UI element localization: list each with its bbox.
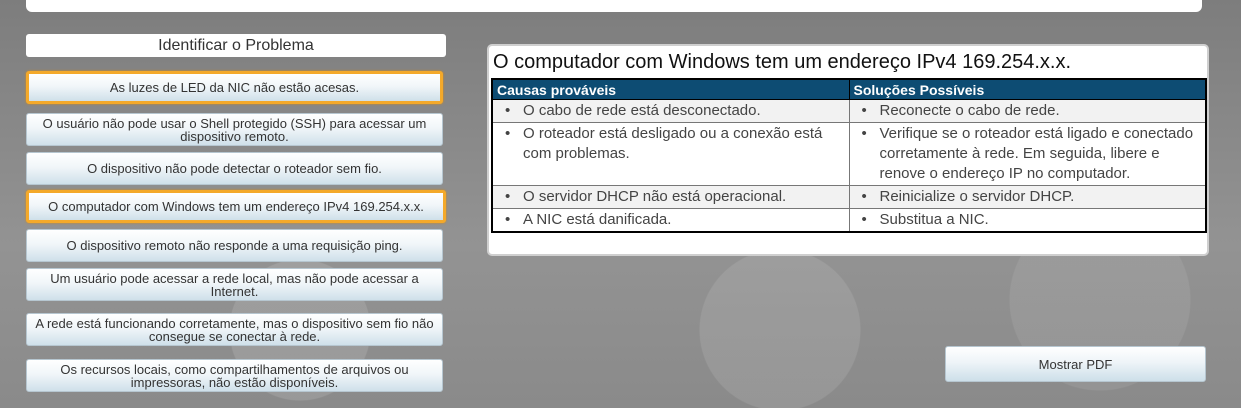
problem-label: O usuário não pode usar o Shell protegid… — [42, 115, 427, 144]
cause-text: O servidor DHCP não está operacional. — [523, 188, 787, 205]
solution-text: Substitua a NIC. — [879, 211, 989, 228]
side-title: Identificar o Problema — [26, 34, 446, 57]
problem-button-1[interactable]: As luzes de LED da NIC não estão acesas. — [26, 71, 443, 104]
problem-button-2[interactable]: O usuário não pode usar o Shell protegid… — [26, 113, 443, 146]
cause-text: O cabo de rede está desconectado. — [523, 102, 761, 119]
bullet-icon: • — [861, 188, 867, 205]
problem-label: As luzes de LED da NIC não estão acesas. — [109, 80, 360, 95]
show-pdf-button[interactable]: Mostrar PDF — [945, 346, 1206, 382]
cause-text: A NIC está danificada. — [523, 211, 672, 228]
detail-card: O computador com Windows tem um endereço… — [487, 44, 1209, 256]
table-row: • A NIC está danificada. • Substitua a NIC… — [491, 208, 1207, 233]
solution-text: Reinicialize o servidor DHCP. — [879, 188, 1075, 205]
table-row: • O roteador está desligado ou a conexão … — [491, 122, 1207, 186]
problem-button-6[interactable]: Um usuário pode acessar a rede local, ma… — [26, 268, 443, 301]
bullet-icon: • — [505, 211, 511, 228]
problem-button-8[interactable]: Os recursos locais, como compartilhament… — [26, 359, 443, 392]
problem-label: Um usuário pode acessar a rede local, ma… — [50, 270, 419, 299]
bullet-icon: • — [861, 102, 867, 119]
cause-text: O roteador está desligado ou a conexão e… — [523, 125, 823, 162]
solution-cell: • Substitua a NIC. — [848, 208, 1207, 233]
solution-cell: • Verifique se o roteador está ligado e c… — [848, 122, 1207, 186]
cause-cell: • O cabo de rede está desconectado. — [491, 99, 850, 123]
table-row: • O cabo de rede está desconectado. • Reco… — [491, 99, 1207, 123]
problem-button-5[interactable]: O dispositivo remoto não responde a uma … — [26, 229, 443, 262]
bullet-icon: • — [861, 211, 867, 228]
causes-solutions-table: Causas prováveis Soluções Possíveis • O c… — [491, 78, 1207, 233]
solution-cell: • Reinicialize o servidor DHCP. — [848, 185, 1207, 209]
cause-cell: • O roteador está desligado ou a conexão … — [491, 122, 850, 186]
bullet-icon: • — [861, 125, 867, 142]
problem-button-4[interactable]: O computador com Windows tem um endereço… — [26, 190, 446, 223]
cause-cell: • A NIC está danificada. — [491, 208, 850, 233]
detail-title: O computador com Windows tem um endereço… — [493, 51, 1072, 73]
solution-text: Reconecte o cabo de rede. — [879, 102, 1060, 119]
causes-header: Causas prováveis — [491, 78, 850, 100]
problem-label: O computador com Windows tem um endereço… — [48, 199, 424, 214]
problem-label: O dispositivo remoto não responde a uma … — [66, 238, 403, 253]
top-panel — [26, 0, 1202, 12]
solution-text: Verifique se o roteador está ligado e co… — [879, 125, 1194, 182]
table-row: • O servidor DHCP não está operacional. •… — [491, 185, 1207, 209]
problem-label: O dispositivo não pode detectar o rotead… — [87, 161, 382, 176]
cause-cell: • O servidor DHCP não está operacional. — [491, 185, 850, 209]
problem-button-3[interactable]: O dispositivo não pode detectar o rotead… — [26, 152, 443, 185]
bullet-icon: • — [505, 125, 511, 142]
problem-button-7[interactable]: A rede está funcionando corretamente, ma… — [26, 313, 443, 346]
problem-label: A rede está funcionando corretamente, ma… — [35, 315, 434, 344]
solutions-header: Soluções Possíveis — [848, 78, 1207, 100]
bullet-icon: • — [505, 188, 511, 205]
solution-cell: • Reconecte o cabo de rede. — [848, 99, 1207, 123]
problem-label: Os recursos locais, como compartilhament… — [60, 361, 409, 390]
bullet-icon: • — [505, 102, 511, 119]
